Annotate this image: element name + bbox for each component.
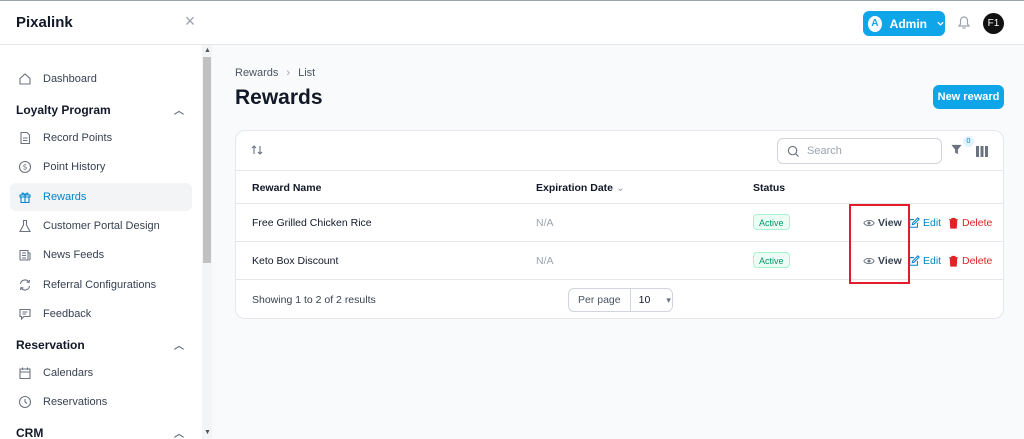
close-sidebar-icon[interactable]: ×: [181, 12, 199, 30]
sidebar-group-crm[interactable]: CRM ︿: [16, 425, 192, 439]
chevron-down-icon: ▾: [666, 294, 671, 305]
delete-button[interactable]: Delete: [948, 217, 992, 229]
sidebar: Dashboard Loyalty Program ︿ Record Point…: [0, 45, 212, 439]
trash-icon: [949, 217, 958, 229]
top-bar: Pixalink × A Admin F1: [0, 1, 1024, 45]
search-input[interactable]: Search: [777, 138, 942, 164]
calendar-icon: [17, 365, 33, 381]
sidebar-item-rewards[interactable]: Rewards: [10, 183, 192, 211]
edit-label: Edit: [923, 217, 942, 229]
beaker-icon: [17, 218, 33, 234]
dollar-icon: $: [17, 159, 33, 175]
trash-icon: [949, 255, 958, 267]
sidebar-item-point-history[interactable]: $ Point History: [10, 153, 192, 181]
filter-icon[interactable]: [950, 143, 963, 159]
search-icon: [787, 145, 800, 157]
reward-name-cell: Keto Box Discount: [252, 255, 339, 267]
chevron-up-icon: ︿: [174, 341, 184, 352]
sidebar-item-news-feeds[interactable]: News Feeds: [10, 241, 192, 269]
svg-text:$: $: [23, 163, 28, 172]
sidebar-group-loyalty[interactable]: Loyalty Program ︿: [16, 102, 192, 118]
delete-label: Delete: [962, 217, 993, 229]
sidebar-item-feedback[interactable]: Feedback: [10, 300, 192, 328]
sidebar-item-label: Record Points: [43, 132, 113, 144]
admin-avatar: A: [868, 15, 882, 32]
delete-label: Delete: [962, 255, 993, 267]
sidebar-item-calendars[interactable]: Calendars: [10, 359, 192, 387]
delete-button[interactable]: Delete: [948, 255, 992, 267]
scroll-up-icon[interactable]: ▲: [204, 47, 211, 54]
sidebar-item-label: Feedback: [43, 308, 92, 320]
sidebar-item-label: News Feeds: [43, 249, 105, 261]
admin-label: Admin: [889, 16, 927, 31]
status-badge: Active: [753, 252, 790, 268]
sidebar-group-reservation[interactable]: Reservation ︿: [16, 337, 192, 353]
sidebar-item-referral[interactable]: Referral Configurations: [10, 271, 192, 299]
sort-icon[interactable]: [250, 143, 264, 160]
reward-name-cell: Free Grilled Chicken Rice: [252, 217, 372, 229]
column-status: Status: [753, 182, 786, 194]
chevron-down-icon: ⌄: [615, 182, 625, 194]
per-page-select[interactable]: Per page 10 ▾: [568, 288, 673, 312]
refresh-icon: [17, 277, 33, 293]
sidebar-scrollbar-thumb[interactable]: [203, 57, 211, 263]
scroll-down-icon[interactable]: ▼: [204, 429, 211, 436]
column-label: Expiration Date: [536, 182, 614, 194]
expiration-cell: N/A: [536, 217, 554, 229]
sidebar-item-record-points[interactable]: Record Points: [10, 124, 192, 152]
sidebar-group-label: CRM: [16, 425, 44, 439]
columns-icon[interactable]: [976, 145, 988, 160]
newspaper-icon: [17, 247, 33, 263]
sidebar-item-label: Point History: [43, 161, 106, 173]
edit-label: Edit: [923, 255, 942, 267]
document-icon: [17, 130, 33, 146]
status-badge: Active: [753, 214, 790, 230]
highlight-box: [849, 204, 910, 284]
filter-count-badge: 0: [963, 136, 974, 147]
sidebar-item-label: Dashboard: [43, 73, 97, 85]
chevron-up-icon: ︿: [174, 429, 184, 439]
home-icon: [17, 71, 33, 87]
pagination-summary: Showing 1 to 2 of 2 results: [252, 294, 376, 306]
chat-icon: [17, 306, 33, 322]
sidebar-item-label: Referral Configurations: [43, 279, 157, 291]
page-title: Rewards: [235, 86, 323, 109]
chevron-up-icon: ︿: [174, 106, 184, 117]
bell-icon[interactable]: [956, 15, 972, 31]
breadcrumb: Rewards › List: [235, 67, 315, 79]
sidebar-item-dashboard[interactable]: Dashboard: [10, 65, 192, 93]
edit-button[interactable]: Edit: [908, 217, 941, 229]
sidebar-item-label: Reservations: [43, 396, 108, 408]
new-reward-button[interactable]: New reward: [933, 85, 1004, 109]
column-expiration-date[interactable]: Expiration Date ⌄: [536, 182, 625, 194]
clock-icon: [17, 394, 33, 410]
per-page-label: Per page: [569, 289, 631, 311]
expiration-cell: N/A: [536, 255, 554, 267]
table-header: Reward Name Expiration Date ⌄ Status: [236, 170, 1003, 204]
sidebar-item-reservations[interactable]: Reservations: [10, 388, 192, 416]
edit-button[interactable]: Edit: [908, 255, 941, 267]
sidebar-item-customer-portal[interactable]: Customer Portal Design: [10, 212, 192, 240]
breadcrumb-parent[interactable]: Rewards: [235, 67, 278, 79]
column-reward-name: Reward Name: [252, 182, 322, 194]
per-page-value: 10: [638, 294, 651, 306]
search-placeholder: Search: [807, 145, 842, 157]
chevron-down-icon: [936, 17, 945, 31]
breadcrumb-current: List: [298, 67, 316, 79]
sidebar-group-label: Reservation: [16, 337, 85, 352]
brand-logo: Pixalink: [16, 14, 73, 31]
sidebar-group-label: Loyalty Program: [16, 102, 111, 117]
user-avatar[interactable]: F1: [983, 13, 1004, 34]
breadcrumb-separator-icon: ›: [286, 67, 291, 79]
sidebar-item-label: Calendars: [43, 367, 94, 379]
sidebar-item-label: Customer Portal Design: [43, 220, 160, 232]
sidebar-item-label: Rewards: [43, 191, 87, 203]
gift-icon: [17, 189, 33, 205]
admin-menu-button[interactable]: A Admin: [863, 11, 945, 36]
